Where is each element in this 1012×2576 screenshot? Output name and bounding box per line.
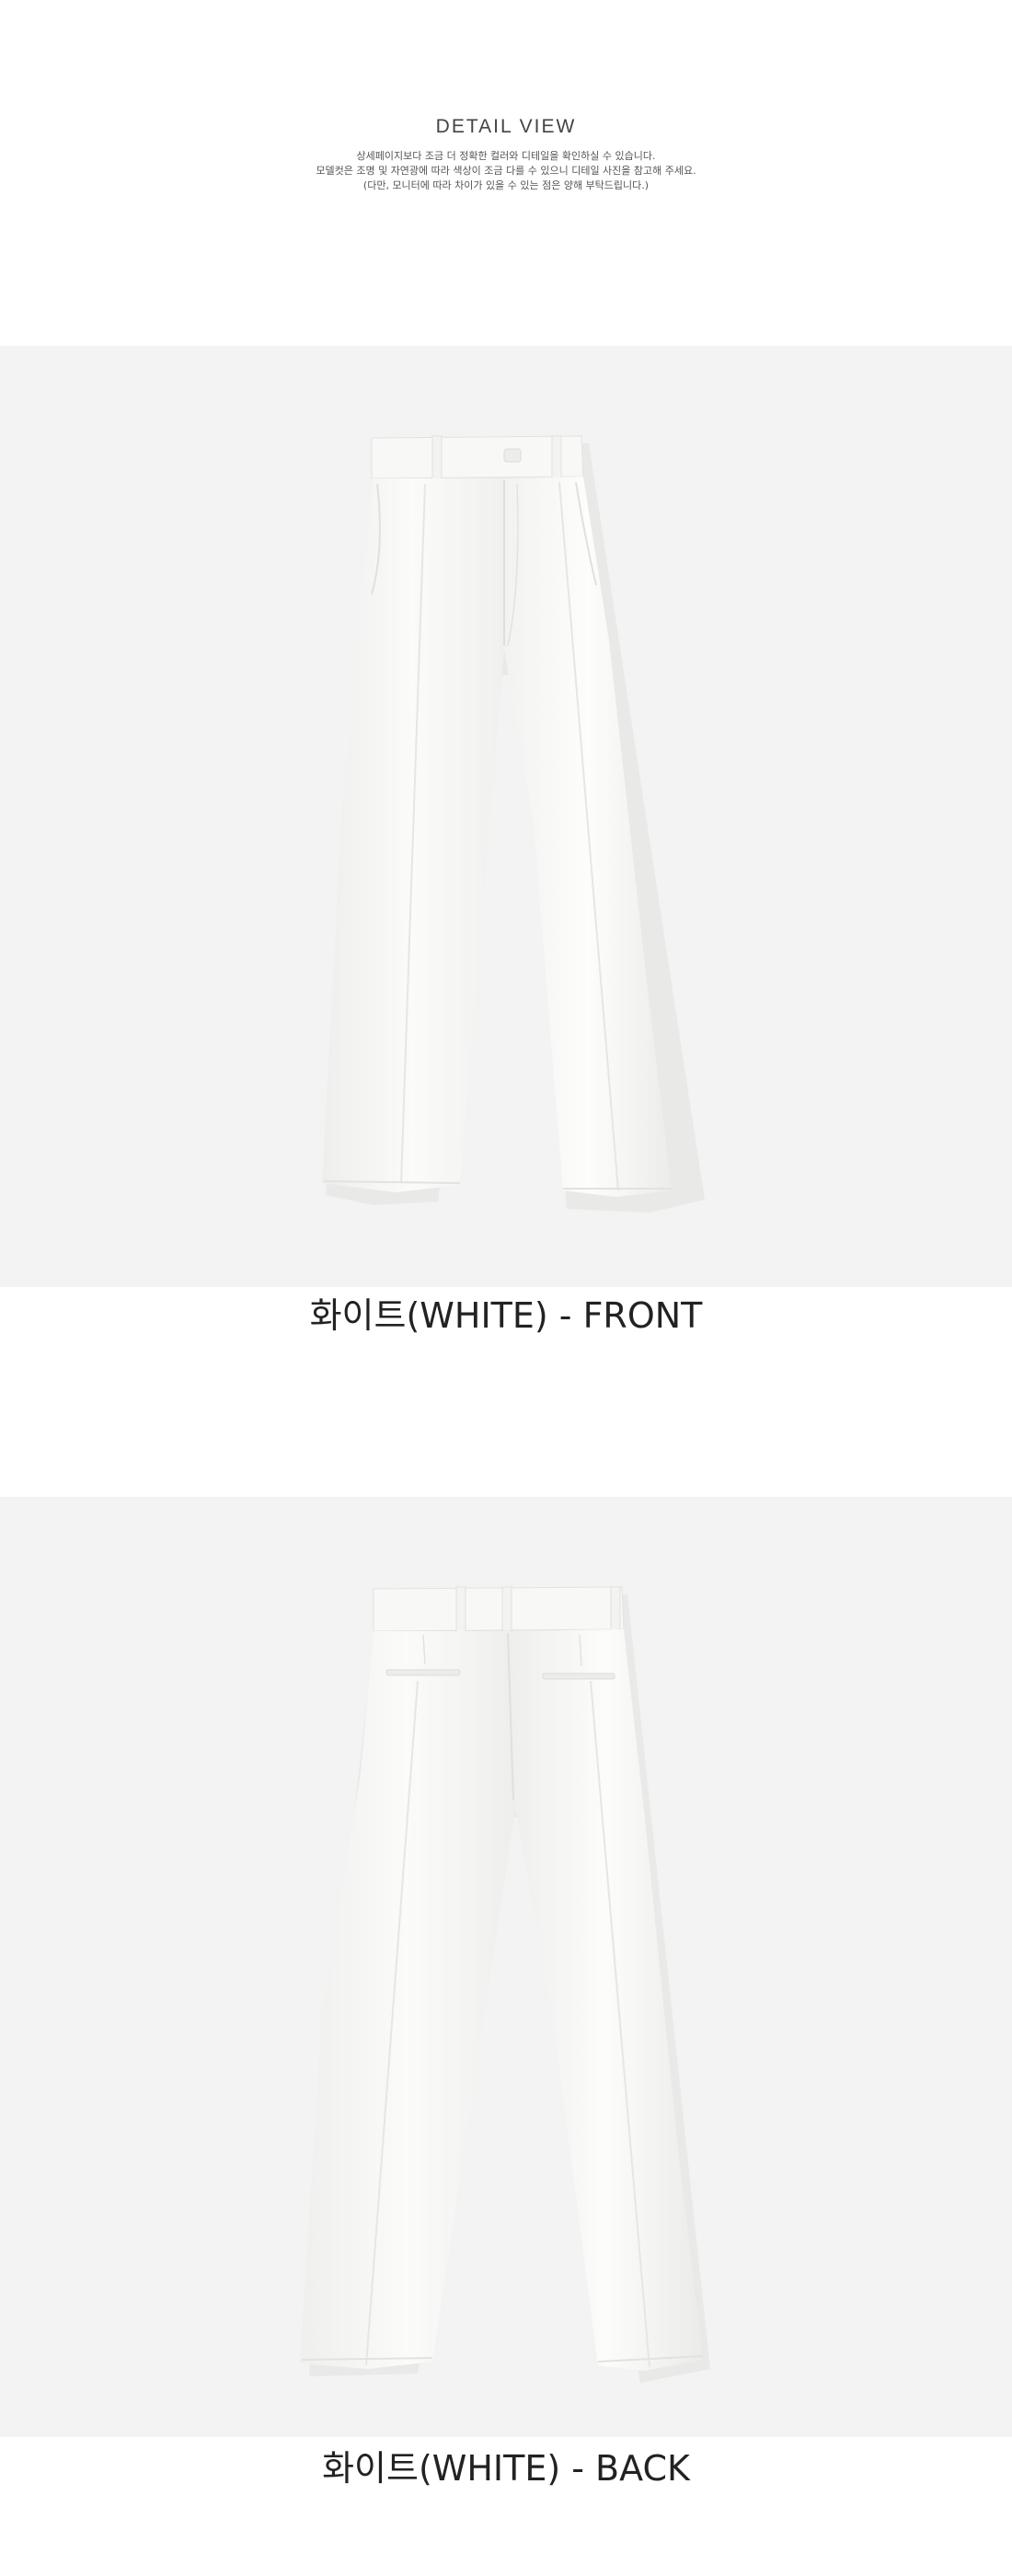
back-view-caption: 화이트(WHITE) - BACK: [322, 2448, 690, 2489]
front-view-photo-panel: [0, 346, 1012, 1287]
note-line: (다만, 모니터에 따라 차이가 있을 수 있는 점은 양해 부탁드립니다.): [362, 179, 650, 191]
white-pants-front-photo: [322, 435, 705, 1213]
front-view-caption: 화이트(WHITE) - FRONT: [309, 1295, 703, 1336]
detail-view-notes: 상세페이지보다 조금 더 정확한 컬러와 디테일을 확인하실 수 있습니다. 모…: [0, 149, 1012, 193]
note-line: 모델컷은 조명 및 자연광에 따라 색상이 조금 다를 수 있으니 디테일 사진…: [316, 165, 696, 177]
detail-view-header: DETAIL VIEW 상세페이지보다 조금 더 정확한 컬러와 디테일을 확인…: [0, 0, 1012, 346]
note-line: 상세페이지보다 조금 더 정확한 컬러와 디테일을 확인하실 수 있습니다.: [356, 150, 656, 162]
back-view-photo-panel: [0, 1497, 1012, 2437]
white-pants-back-photo: [300, 1586, 710, 2383]
detail-view-title: DETAIL VIEW: [435, 116, 577, 137]
